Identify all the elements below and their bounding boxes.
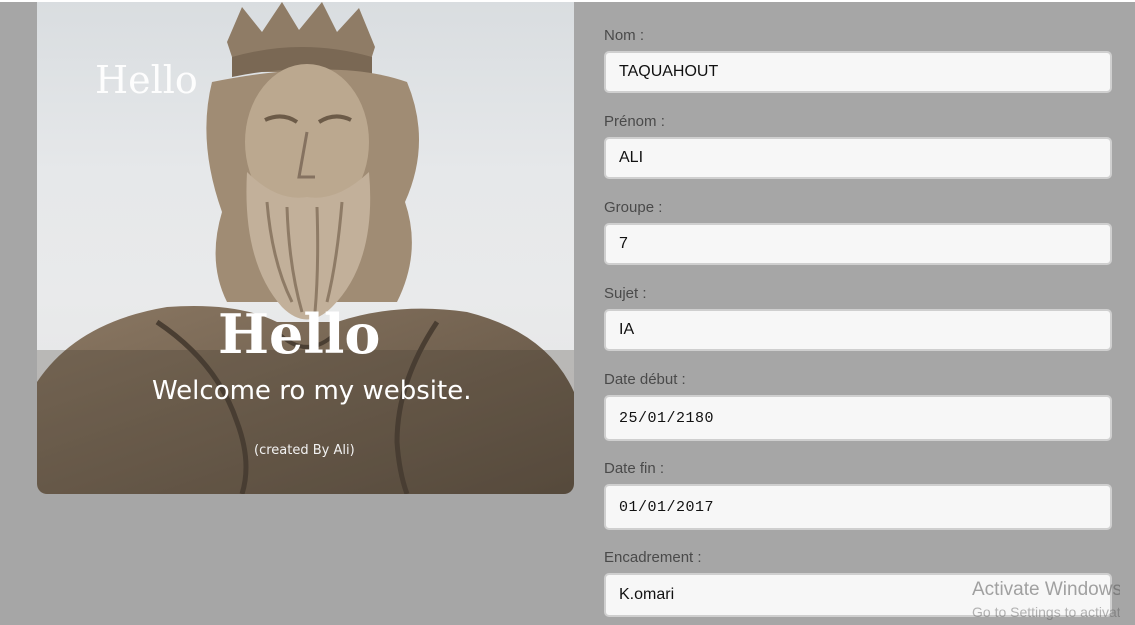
sujet-label: Sujet : [604,285,647,302]
groupe-label: Groupe : [604,199,663,216]
date-fin-label: Date fin : [604,460,665,477]
hero-overlay [37,350,574,494]
encadrement-label: Encadrement : [604,549,702,566]
prenom-label: Prénom : [604,113,665,130]
date-fin-input[interactable] [604,484,1112,530]
nom-label: Nom : [604,27,645,44]
hero-welcome-text: Welcome ro my website. [152,376,472,406]
hero-hello-small: Hello [95,58,198,102]
date-debut-input[interactable] [604,395,1112,441]
sujet-input[interactable] [604,309,1112,351]
hero-image: Hello Hello Welcome ro my website. (crea… [37,2,574,494]
date-debut-label: Date début : [604,371,686,388]
nom-input[interactable] [604,51,1112,93]
groupe-input[interactable] [604,223,1112,265]
prenom-input[interactable] [604,137,1112,179]
hero-hello-heading: Hello [218,302,381,366]
encadrement-input[interactable] [604,573,1112,617]
hero-credit-text: (created By Ali) [254,443,355,458]
